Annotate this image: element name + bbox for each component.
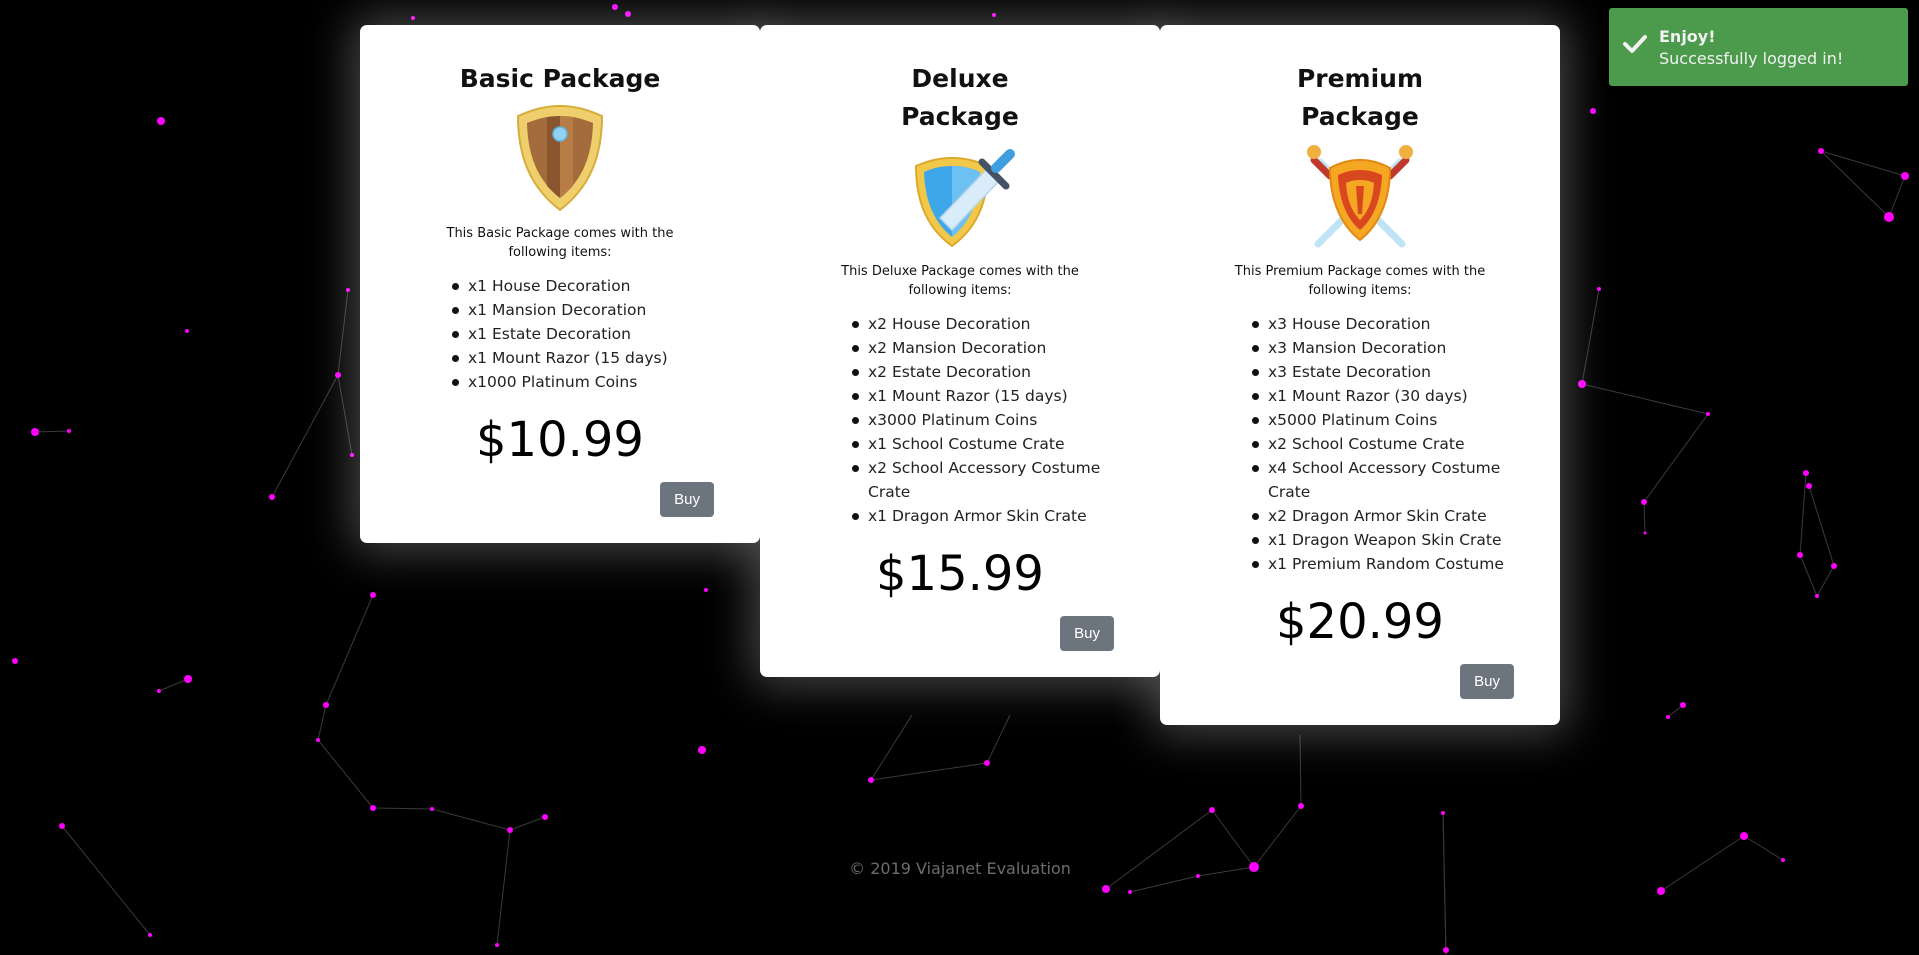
list-item: x3 Mansion Decoration: [1252, 336, 1520, 360]
package-title: Basic Package: [459, 64, 661, 93]
list-item: x1 Mount Razor (15 days): [852, 384, 1120, 408]
list-item: x2 School Costume Crate: [1252, 432, 1520, 456]
list-item: x2 School Accessory Costume Crate: [852, 456, 1120, 504]
list-item: x2 Estate Decoration: [852, 360, 1120, 384]
footer-copyright: © 2019 Viajanet Evaluation: [849, 859, 1071, 878]
list-item: x3 House Decoration: [1252, 312, 1520, 336]
list-item: x1 Mount Razor (30 days): [1252, 384, 1520, 408]
package-card-deluxe: Deluxe Package This Deluxe Package comes…: [760, 25, 1160, 677]
package-description: This Basic Package comes with the follow…: [446, 226, 674, 260]
list-item: x1 Estate Decoration: [452, 322, 720, 346]
list-item: x1000 Platinum Coins: [452, 370, 720, 394]
list-item: x5000 Platinum Coins: [1252, 408, 1520, 432]
list-item: x1 Mount Razor (15 days): [452, 346, 720, 370]
list-item: x2 Dragon Armor Skin Crate: [1252, 504, 1520, 528]
toast-message: Successfully logged in!: [1659, 49, 1844, 68]
package-title: Deluxe Package: [901, 64, 1019, 131]
success-toast[interactable]: Enjoy! Successfully logged in!: [1609, 8, 1908, 86]
package-items-list: x3 House Decoration x3 Mansion Decoratio…: [1252, 312, 1520, 576]
package-price: $20.99: [1276, 594, 1444, 650]
list-item: x1 Dragon Weapon Skin Crate: [1252, 528, 1520, 552]
check-icon: [1623, 35, 1647, 53]
package-price: $10.99: [476, 412, 644, 468]
list-item: x3000 Platinum Coins: [852, 408, 1120, 432]
wooden-shield-icon: [516, 104, 604, 212]
crossed-swords-shield-icon: [1307, 145, 1413, 248]
list-item: x2 House Decoration: [852, 312, 1120, 336]
buy-button[interactable]: Buy: [1060, 616, 1114, 651]
list-item: x1 Dragon Armor Skin Crate: [852, 504, 1120, 528]
list-item: x2 Mansion Decoration: [852, 336, 1120, 360]
package-items-list: x2 House Decoration x2 Mansion Decoratio…: [852, 312, 1120, 528]
list-item: x1 Premium Random Costume: [1252, 552, 1520, 576]
package-title: Premium Package: [1296, 64, 1424, 131]
list-item: x1 School Costume Crate: [852, 432, 1120, 456]
package-description: This Deluxe Package comes with the follo…: [841, 264, 1079, 298]
toast-title: Enjoy!: [1659, 27, 1716, 46]
list-item: x4 School Accessory Costume Crate: [1252, 456, 1520, 504]
package-card-basic: Basic Package This Basic Package comes w…: [360, 25, 760, 543]
list-item: x1 Mansion Decoration: [452, 298, 720, 322]
shield-sword-icon: [914, 149, 1015, 248]
buy-button[interactable]: Buy: [660, 482, 714, 517]
list-item: x1 House Decoration: [452, 274, 720, 298]
package-items-list: x1 House Decoration x1 Mansion Decoratio…: [452, 274, 720, 394]
package-description: This Premium Package comes with the foll…: [1234, 264, 1486, 298]
package-card-premium: Premium Package This Premium Package com…: [1160, 25, 1560, 725]
package-price: $15.99: [876, 546, 1044, 602]
buy-button[interactable]: Buy: [1460, 664, 1514, 699]
list-item: x3 Estate Decoration: [1252, 360, 1520, 384]
